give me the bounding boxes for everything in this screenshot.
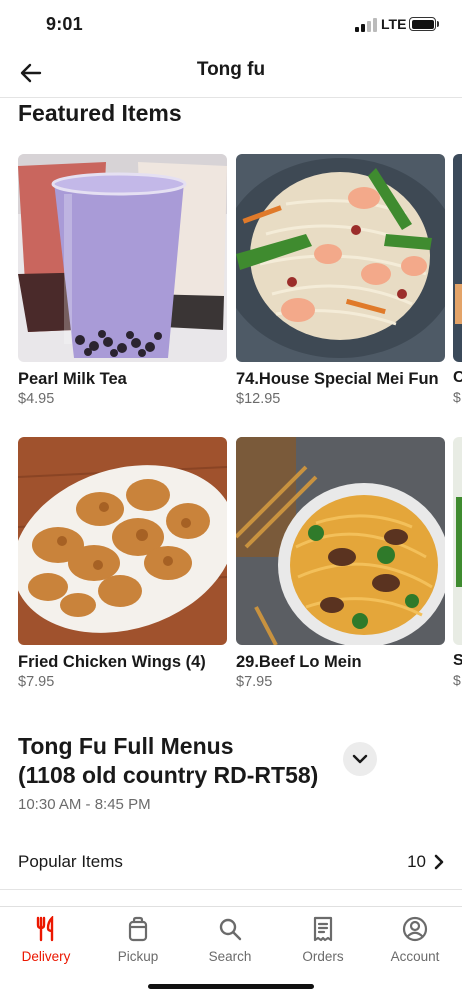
signal-icon [355, 18, 377, 32]
battery-nub [437, 21, 439, 27]
menu-hours: 10:30 AM - 8:45 PM [18, 796, 151, 813]
status-time: 9:01 [46, 14, 83, 34]
item-price: $7.95 [236, 674, 273, 690]
menu-title: Tong Fu Full Menus (1108 old country RD-… [18, 732, 348, 790]
item-name: Fried Chicken Wings (4) [18, 653, 206, 671]
featured-item-peek-price-2: $ [453, 672, 461, 688]
tab-search[interactable]: Search [184, 915, 276, 964]
home-indicator [148, 984, 314, 989]
page-title: Tong fu [196, 59, 266, 80]
tab-label: Search [208, 949, 252, 964]
search-icon [219, 918, 242, 941]
bag-icon [128, 916, 148, 942]
featured-item-peek-image[interactable] [453, 154, 462, 362]
chevron-down-icon [352, 754, 368, 764]
featured-item-pearl-milk-tea[interactable]: Pearl Milk Tea $4.95 [18, 154, 227, 409]
popular-items-row[interactable]: Popular Items 10 [0, 838, 462, 890]
featured-item-peek-name: C [453, 369, 462, 386]
pearl-milk-tea-image [18, 154, 227, 362]
chevron-right-icon [434, 854, 444, 870]
receipt-icon [313, 916, 333, 942]
tab-label: Orders [302, 949, 344, 964]
popular-items-label: Popular Items [18, 852, 123, 871]
item-name: Pearl Milk Tea [18, 370, 127, 388]
featured-item-fried-chicken-wings[interactable]: Fried Chicken Wings (4) $7.95 [18, 437, 227, 692]
item-price: $12.95 [236, 391, 281, 407]
item-name: 74.House Special Mei Fun [236, 370, 439, 388]
tab-label: Account [390, 949, 440, 964]
tab-pickup[interactable]: Pickup [92, 915, 184, 964]
battery-icon [409, 17, 436, 31]
tab-label: Pickup [117, 949, 159, 964]
featured-item-peek-price: $ [453, 389, 461, 405]
featured-item-beef-lo-mein[interactable]: 29.Beef Lo Mein $7.95 [236, 437, 445, 692]
tab-delivery[interactable]: Delivery [0, 915, 92, 964]
nav-bar: Tong fu [0, 50, 462, 98]
menu-title-line1: Tong Fu Full Menus [18, 733, 234, 759]
beef-lo-mein-image [236, 437, 445, 645]
expand-menu-button[interactable] [343, 742, 377, 776]
item-price: $4.95 [18, 391, 55, 407]
fork-knife-icon [36, 916, 54, 942]
tab-label: Delivery [21, 949, 71, 964]
house-special-mei-fun-image [236, 154, 445, 362]
tab-account[interactable]: Account [369, 915, 461, 964]
account-icon [402, 916, 428, 942]
network-type: LTE [381, 16, 407, 32]
popular-items-count: 10 [407, 852, 426, 871]
featured-item-peek-image-2[interactable] [453, 437, 462, 645]
fried-chicken-wings-image [18, 437, 227, 645]
item-name: 29.Beef Lo Mein [236, 653, 362, 671]
tab-orders[interactable]: Orders [277, 915, 369, 964]
featured-item-peek-name-2: S [453, 652, 462, 669]
menu-title-line2: (1108 old country RD-RT58) [18, 762, 319, 788]
featured-items-title: Featured Items [18, 100, 182, 126]
status-bar: 9:01 LTE [0, 0, 462, 50]
item-price: $7.95 [18, 674, 55, 690]
featured-item-house-special-mei-fun[interactable]: 74.House Special Mei Fun $12.95 [236, 154, 445, 409]
